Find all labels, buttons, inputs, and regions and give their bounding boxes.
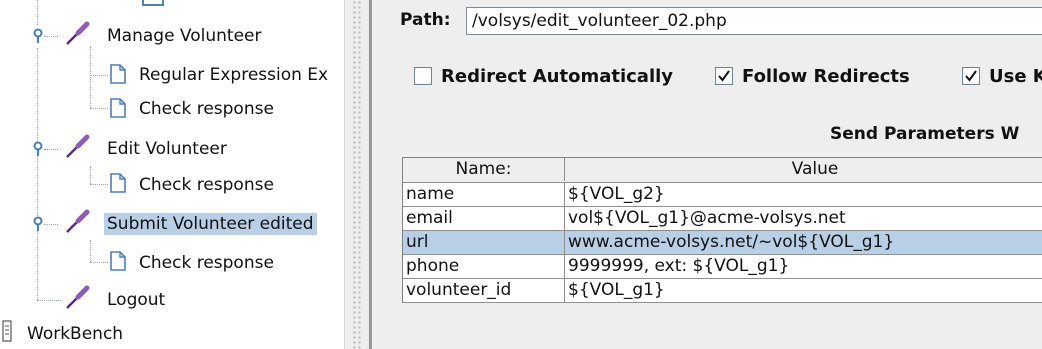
use-keepalive-checkbox[interactable]: Use K xyxy=(962,62,1042,90)
checkbox-box[interactable] xyxy=(414,67,432,85)
pipette-sampler-icon xyxy=(66,209,90,233)
tree-node-label: Regular Expression Ex xyxy=(139,65,329,85)
expand-key-icon[interactable] xyxy=(31,141,45,157)
checkmark-icon xyxy=(965,70,977,82)
tree-node-label: Submit Volunteer edited xyxy=(104,213,317,235)
tree-connector xyxy=(44,36,58,37)
expand-key-icon[interactable] xyxy=(31,216,45,232)
param-name-cell[interactable]: phone xyxy=(403,255,565,278)
document-icon xyxy=(142,0,164,6)
param-name-cell[interactable]: email xyxy=(403,207,565,230)
split-pane-divider[interactable] xyxy=(344,0,370,349)
tree-node-check-response[interactable]: Check response xyxy=(136,247,277,279)
param-value-cell[interactable]: ${VOL_g2} xyxy=(565,183,1042,206)
tree-node-label: Check response xyxy=(139,99,274,119)
document-icon xyxy=(110,173,126,193)
table-row[interactable]: email vol${VOL_g1}@acme-volsys.net xyxy=(403,207,1042,231)
http-request-panel: Path: /volsys/edit_volunteer_02.php Redi… xyxy=(370,0,1042,349)
checkbox-label: Use K xyxy=(989,65,1042,87)
table-row-selected[interactable]: url www.acme-volsys.net/~vol${VOL_g1} xyxy=(403,231,1042,255)
tree-node-logout[interactable]: Logout xyxy=(104,284,168,316)
table-header-row: Name: Value xyxy=(403,158,1042,183)
table-row[interactable]: phone 9999999, ext: ${VOL_g1} xyxy=(403,255,1042,279)
tree-connector xyxy=(37,0,38,25)
expand-key-icon[interactable] xyxy=(31,28,45,44)
tree-connector xyxy=(90,262,108,263)
tree-node-check-response[interactable]: Check response xyxy=(136,169,277,201)
workbench-icon xyxy=(2,320,12,342)
tree-node-label: Manage Volunteer xyxy=(107,26,262,46)
tree-node-label: WorkBench xyxy=(27,324,124,344)
tree-node-label: Edit Volunteer xyxy=(107,139,227,159)
tree-connector xyxy=(37,48,38,300)
param-value-cell[interactable]: ${VOL_g1} xyxy=(565,279,1042,302)
tree-connector xyxy=(44,224,58,225)
tree-node-label: Logout xyxy=(107,290,166,310)
table-row[interactable]: name ${VOL_g2} xyxy=(403,183,1042,207)
test-plan-tree[interactable]: Manage Volunteer Regular Expression Ex C… xyxy=(0,0,344,349)
tree-node-check-response[interactable]: Check response xyxy=(136,93,277,125)
tree-connector xyxy=(37,300,61,301)
pipette-sampler-icon xyxy=(66,134,90,158)
param-value-cell[interactable]: 9999999, ext: ${VOL_g1} xyxy=(565,255,1042,278)
send-parameters-title: Send Parameters W xyxy=(830,124,1020,144)
document-icon xyxy=(110,64,126,84)
path-input[interactable]: /volsys/edit_volunteer_02.php xyxy=(466,7,1042,35)
tree-connector xyxy=(90,46,91,108)
tree-node-edit-volunteer[interactable]: Edit Volunteer xyxy=(104,133,230,165)
checkbox-label: Redirect Automatically xyxy=(441,65,674,87)
panel-border xyxy=(370,0,372,349)
checkbox-box[interactable] xyxy=(962,67,980,85)
pipette-sampler-icon xyxy=(66,285,90,309)
tree-node-regex-extractor[interactable]: Regular Expression Ex xyxy=(136,59,331,91)
tree-connector xyxy=(90,184,108,185)
path-label: Path: xyxy=(400,10,451,30)
tree-node-manage-volunteer[interactable]: Manage Volunteer xyxy=(104,20,265,52)
follow-redirects-checkbox[interactable]: Follow Redirects xyxy=(715,62,910,90)
table-row[interactable]: volunteer_id ${VOL_g1} xyxy=(403,279,1042,303)
param-value-cell[interactable]: www.acme-volsys.net/~vol${VOL_g1} xyxy=(565,231,1042,254)
tree-connector xyxy=(90,240,91,262)
redirect-automatically-checkbox[interactable]: Redirect Automatically xyxy=(414,62,673,90)
tree-connector xyxy=(90,75,108,76)
checkmark-icon xyxy=(718,70,730,82)
tree-node-label: Check response xyxy=(139,175,274,195)
tree-connector xyxy=(90,108,108,109)
param-value-cell[interactable]: vol${VOL_g1}@acme-volsys.net xyxy=(565,207,1042,230)
param-name-cell[interactable]: name xyxy=(403,183,565,206)
param-name-cell[interactable]: url xyxy=(403,231,565,254)
document-icon xyxy=(110,251,126,271)
checkbox-label: Follow Redirects xyxy=(742,65,910,87)
tree-connector xyxy=(44,149,58,150)
tree-connector xyxy=(90,166,91,184)
parameters-table[interactable]: Name: Value name ${VOL_g2} email vol${VO… xyxy=(402,157,1042,303)
param-name-cell[interactable]: volunteer_id xyxy=(403,279,565,302)
column-header-value[interactable]: Value xyxy=(565,158,1042,181)
tree-node-submit-volunteer-edited[interactable]: Submit Volunteer edited xyxy=(104,208,317,240)
checkbox-box[interactable] xyxy=(715,67,733,85)
tree-node-label: Check response xyxy=(139,253,274,273)
column-header-name[interactable]: Name: xyxy=(403,158,565,181)
divider-grip xyxy=(352,0,362,349)
pipette-sampler-icon xyxy=(66,21,90,45)
document-icon xyxy=(110,98,126,118)
tree-node-workbench[interactable]: WorkBench xyxy=(24,318,126,349)
